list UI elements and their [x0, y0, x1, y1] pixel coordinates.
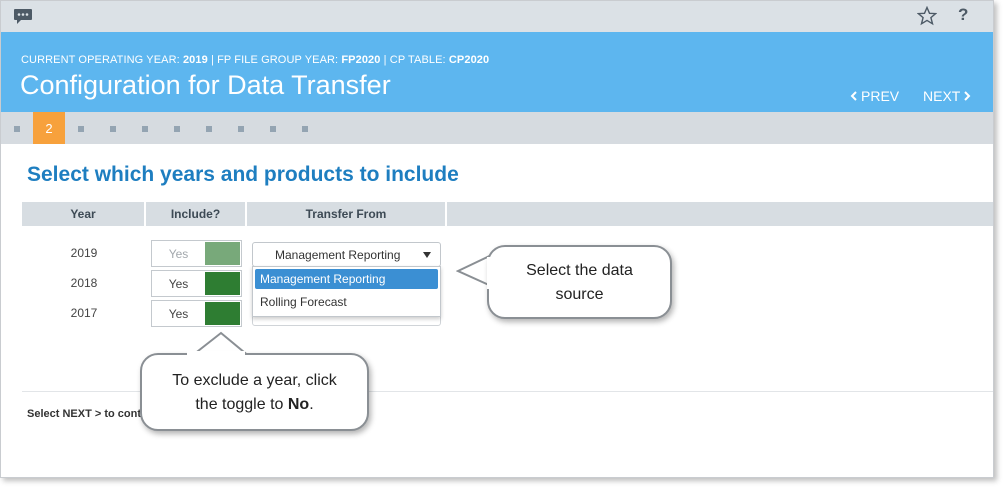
step-9-marker[interactable]: [270, 126, 276, 132]
toggle-knob: [205, 242, 240, 265]
table-header: Year Include? Transfer From: [22, 202, 993, 226]
column-header-include: Include?: [146, 202, 247, 226]
chevron-right-icon: [963, 88, 971, 104]
include-toggle-2019[interactable]: Yes: [151, 240, 242, 267]
footer-instruction: Select NEXT > to cont: [27, 408, 141, 420]
page-header: CURRENT OPERATING YEAR: 2019 | FP FILE G…: [1, 32, 993, 112]
step-8-marker[interactable]: [238, 126, 244, 132]
step-active[interactable]: 2: [33, 112, 65, 144]
prev-label: PREV: [861, 88, 900, 104]
step-3-marker[interactable]: [78, 126, 84, 132]
callout-exclude-period: .: [309, 396, 314, 413]
column-header-year: Year: [22, 202, 146, 226]
select-value: Management Reporting: [275, 248, 401, 262]
callout-exclude-year: To exclude a year, click the toggle to N…: [140, 353, 369, 431]
app-window: ? CURRENT OPERATING YEAR: 2019 | FP FILE…: [0, 0, 994, 478]
include-toggle-2018[interactable]: Yes: [151, 270, 242, 297]
operating-year-label: CURRENT OPERATING YEAR:: [21, 54, 180, 66]
transfer-from-select-2019[interactable]: Management Reporting: [252, 242, 441, 267]
step-7-marker[interactable]: [206, 126, 212, 132]
step-4-marker[interactable]: [110, 126, 116, 132]
chevron-left-icon: [850, 88, 858, 104]
fp-file-group-label: FP FILE GROUP YEAR:: [217, 54, 339, 66]
page-title: Configuration for Data Transfer: [20, 70, 391, 100]
step-5-marker[interactable]: [142, 126, 148, 132]
callout-exclude-line2: the toggle to: [195, 396, 288, 413]
toggle-label: Yes: [168, 276, 189, 291]
callout-data-source-text: Select the data source: [526, 262, 633, 303]
prev-button[interactable]: PREV: [850, 88, 899, 104]
star-icon[interactable]: [916, 5, 938, 31]
toggle-knob: [205, 272, 240, 295]
cp-table-value: CP2020: [448, 54, 490, 66]
column-header-transfer-from: Transfer From: [247, 202, 447, 226]
year-cell: 2018: [70, 276, 98, 290]
next-button[interactable]: NEXT: [923, 88, 971, 104]
separator: |: [380, 54, 390, 66]
transfer-from-dropdown: Management Reporting Rolling Forecast: [252, 266, 441, 317]
toggle-label: Yes: [168, 246, 189, 261]
callout-exclude-line1: To exclude a year, click: [172, 372, 337, 389]
top-toolbar: ?: [1, 1, 993, 32]
step-indicator: 2: [1, 112, 993, 144]
step-6-marker[interactable]: [174, 126, 180, 132]
toggle-knob: [205, 302, 240, 325]
chat-bubble-icon[interactable]: [13, 8, 33, 30]
section-title: Select which years and products to inclu…: [27, 163, 459, 186]
cp-table-label: CP TABLE:: [389, 54, 446, 66]
callout-data-source: Select the data source: [487, 245, 672, 319]
year-cell: 2017: [70, 306, 98, 320]
fp-file-group-value: FP2020: [341, 54, 381, 66]
toggle-label: Yes: [168, 306, 189, 321]
next-label: NEXT: [923, 88, 961, 104]
step-1-marker[interactable]: [14, 126, 20, 132]
dropdown-option[interactable]: Rolling Forecast: [255, 292, 438, 312]
callout-exclude-emphasis: No: [287, 396, 310, 413]
dropdown-option[interactable]: Management Reporting: [255, 269, 438, 289]
callout-exclude-text: To exclude a year, click the toggle to N…: [150, 369, 359, 417]
operating-year-value: 2019: [182, 54, 208, 66]
separator: |: [207, 54, 218, 66]
year-cell: 2019: [70, 246, 98, 260]
dropdown-arrow-icon: [423, 252, 431, 258]
step-10-marker[interactable]: [302, 126, 308, 132]
include-toggle-2017[interactable]: Yes: [151, 300, 242, 327]
help-icon[interactable]: ?: [958, 5, 968, 25]
context-line: CURRENT OPERATING YEAR: 2019 | FP FILE G…: [21, 54, 489, 66]
